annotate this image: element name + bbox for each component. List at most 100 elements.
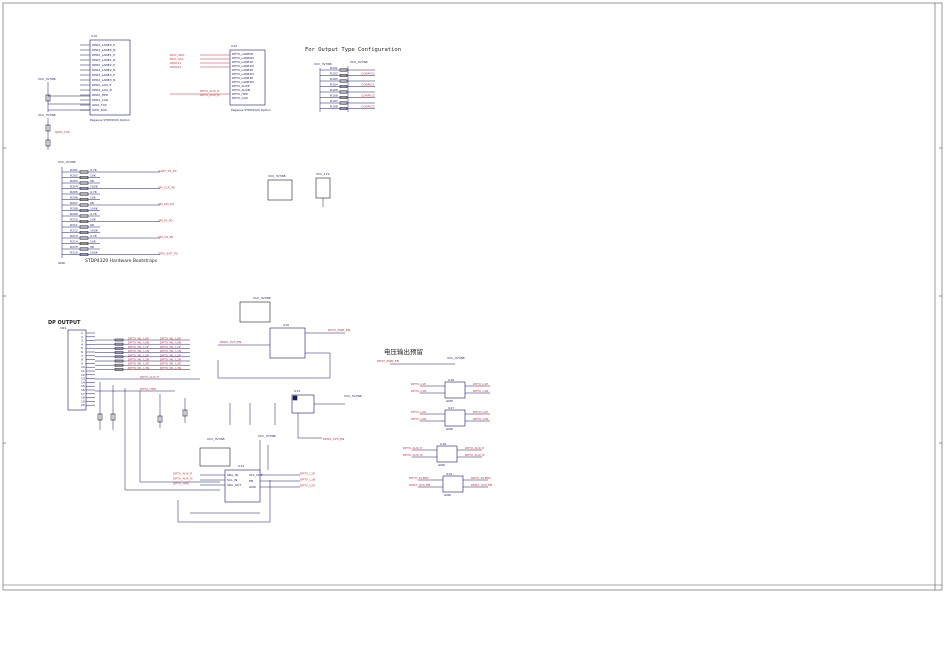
tl-pin-label: GPIO_RX0: [92, 108, 107, 112]
boot-resistor-ref: R204: [70, 185, 78, 189]
tl-net-label: GPIO_TX0: [55, 130, 70, 134]
boot-resistor-value: 4.7K: [90, 168, 98, 172]
right-ic-net-out: DPTX_L2N: [473, 417, 488, 421]
right-ic-net: DPRX_3V3_EN: [409, 483, 430, 487]
bootstrap-network: VCC_3V3SB GND R201 4.7K UART_TX_P0 R202 10K R…: [58, 160, 178, 265]
small-part-power-2: VCC_1V2: [316, 172, 330, 176]
right-ic-net-out: DPTX_L1N: [473, 389, 488, 393]
cfg-power-2: VCC_3V3SB: [350, 60, 368, 64]
tm-pin-label: DPTX_CAD: [232, 96, 249, 100]
ls-pin-label: SDA_IN: [227, 473, 238, 477]
dp-power-switch: U10 VCC_3V3SB DPTX_PWR_EN DPRX_3V3_EN: [217, 296, 350, 379]
right-ic-net-out: DPTX_AUX_P: [465, 446, 484, 450]
tl-pin-label: DPRX_LANE3_P: [92, 73, 115, 77]
boot-gnd: GND: [58, 261, 66, 265]
dp-regulator: U13 VCC_3V3SB DPRX_3V3_EN: [291, 389, 362, 441]
right-ic-gnd: GND: [444, 493, 452, 497]
boot-resistor-value: 0R: [90, 201, 94, 205]
cfg-resistor-ref: R106: [330, 94, 338, 98]
ls-net-label: DPTX_AUX_P: [173, 472, 192, 476]
ls-pin-label-right: GND: [249, 485, 257, 489]
dp-lane-wires: DPTX_ML_L0P DPTX_ML_L0PDPTX_ML_L0N DPTX_ML…: [95, 337, 200, 392]
boot-resistor-ref: R212: [70, 229, 78, 233]
schematic-sheet: U10 Pegasus STDP4320 Option DPRX_LANE0_P…: [2, 2, 943, 591]
right-ic-net: DPTX_3V3EN: [409, 476, 429, 480]
right-ic-net-out: DPTX_L2P: [473, 410, 488, 414]
boot-net-label: SPI_DO_P0: [158, 202, 174, 206]
config-heading: For Output Type Configuration: [305, 47, 401, 53]
ic-top-mid: U10 Pegasus STDP4320 Option DDC_SDADDC_S…: [170, 44, 271, 112]
ls-pin-label: SDA_OUT: [227, 483, 241, 487]
boot-resistor-value: 100K: [90, 185, 99, 189]
boot-resistor-ref: R214: [70, 240, 78, 244]
boot-resistor-value: 4.7K: [90, 190, 98, 194]
dp-connector-ref: CN1: [60, 326, 66, 330]
drawing-frame: [2, 2, 943, 591]
cfg-resistor-ref: R105: [330, 88, 338, 92]
right-ic-net: DPTX_L1N: [411, 389, 426, 393]
ic-top-left: U10 Pegasus STDP4320 Option DPRX_LANE0_P…: [80, 34, 131, 122]
boot-resistor-value: 4.7K: [90, 234, 98, 238]
voltage-power: VCC_3V3SB: [447, 356, 465, 360]
right-ic-net-out: DPRX_3V3_EN: [471, 483, 492, 487]
cfg-resistor-ref: R101: [330, 66, 338, 70]
cfg-resistor-ref: R107: [330, 99, 338, 103]
boot-net-label: GPIO_EXT_P0: [158, 252, 178, 256]
right-ic-body: [444, 381, 466, 399]
right-side-ics: U16 DPTX_L1P DPTX_L1N DPTX_L1P DPTX_L1N GND U1…: [403, 378, 492, 497]
regulator-power: VCC_3V3SB: [344, 394, 362, 398]
ls-net-label: DPTX_HPD: [173, 482, 190, 486]
tl-pin-label: DPRX_CAD: [92, 98, 109, 102]
tl-power-label-2: VCC_3V3SB: [38, 113, 56, 117]
ic-top-mid-caption: Pegasus STDP4320 Option: [231, 108, 271, 112]
tl-pin-label: DPRX_AUX_N: [92, 88, 112, 92]
boot-resistor-ref: R207: [70, 201, 78, 205]
voltage-heading: 电压输出预留: [384, 347, 423, 356]
right-ic-gnd: GND: [438, 463, 446, 467]
boot-resistor-value: 10K: [90, 240, 97, 244]
voltage-net: DPTX_PWR_EN VCC_3V3SB: [377, 356, 465, 365]
right-ic-ref: U19: [446, 472, 452, 476]
tm-left-label: GPIO12: [170, 65, 181, 69]
level-shifter-power: VCC_3V3SB: [207, 437, 225, 441]
boot-resistor-value: 0R: [90, 179, 94, 183]
ls-net-label-right: DPTX_L1P: [300, 472, 315, 476]
tm-net-b: DPTX_AUX_N: [200, 93, 220, 97]
boot-resistor-ref: R203: [70, 179, 78, 183]
boot-resistor-ref: R211: [70, 223, 78, 227]
boot-resistor-ref: R213: [70, 234, 78, 238]
ls-net-label-right: DPTX_L2P: [300, 484, 315, 488]
regulator-net: DPRX_3V3_EN: [323, 437, 344, 441]
boot-resistor-value: 10K: [90, 196, 97, 200]
right-ic-ref: U16: [448, 378, 454, 382]
dp-switch-net: DPTX_PWR_EN: [328, 328, 350, 332]
boot-resistor-ref: R202: [70, 174, 78, 178]
boot-net-label: UART_TX_P0: [158, 169, 177, 173]
ic-top-left-caption: Pegasus STDP4320 Option: [90, 118, 130, 122]
level-shifter-power-2: VCC_3V3SB: [258, 434, 276, 438]
tl-pin-label: DPRX_LANE3_N: [92, 78, 115, 82]
tl-pin-label: DPRX_LANE1_N: [92, 58, 115, 62]
right-ic-gnd: GND: [446, 427, 454, 431]
tl-pin-label: DPRX_LANE1_P: [92, 53, 115, 57]
right-ic-net: DPTX_L2P: [411, 410, 426, 414]
boot-resistor-value: 10K: [90, 174, 97, 178]
cfg-resistor-ref: R108: [330, 105, 338, 109]
right-ic-net: DPTX_AUX_N: [403, 453, 423, 457]
dp-lane-label-out: DPTX_ML_L3N: [160, 366, 181, 370]
boot-resistor-value: 10K: [90, 218, 97, 222]
right-ic-ref: U18: [440, 442, 446, 446]
tl-pin-label: DPRX_LANE2_N: [92, 68, 115, 72]
ic-top-left-ref: U10: [91, 34, 97, 38]
bootstraps-title: STDP4320 Hardware Bootstraps: [85, 258, 158, 264]
cfg-resistor-ref: R102: [330, 72, 338, 76]
tl-pin-label: GPIO_TX0: [92, 103, 107, 107]
tl-pin-label: DPRX_LANE0_N: [92, 48, 115, 52]
left-pullup-network: VCC_3V3SB VCC_3V3SB GPIO_TX0: [38, 77, 90, 150]
right-ic-body: [444, 409, 466, 427]
dp-switch-net-2: DPRX_3V3_EN: [220, 340, 241, 344]
boot-resistor-ref: R216: [70, 251, 78, 255]
right-ic-body: [442, 475, 464, 493]
boot-resistor-ref: R208: [70, 207, 78, 211]
cfg-resistor-ref: R104: [330, 83, 338, 87]
